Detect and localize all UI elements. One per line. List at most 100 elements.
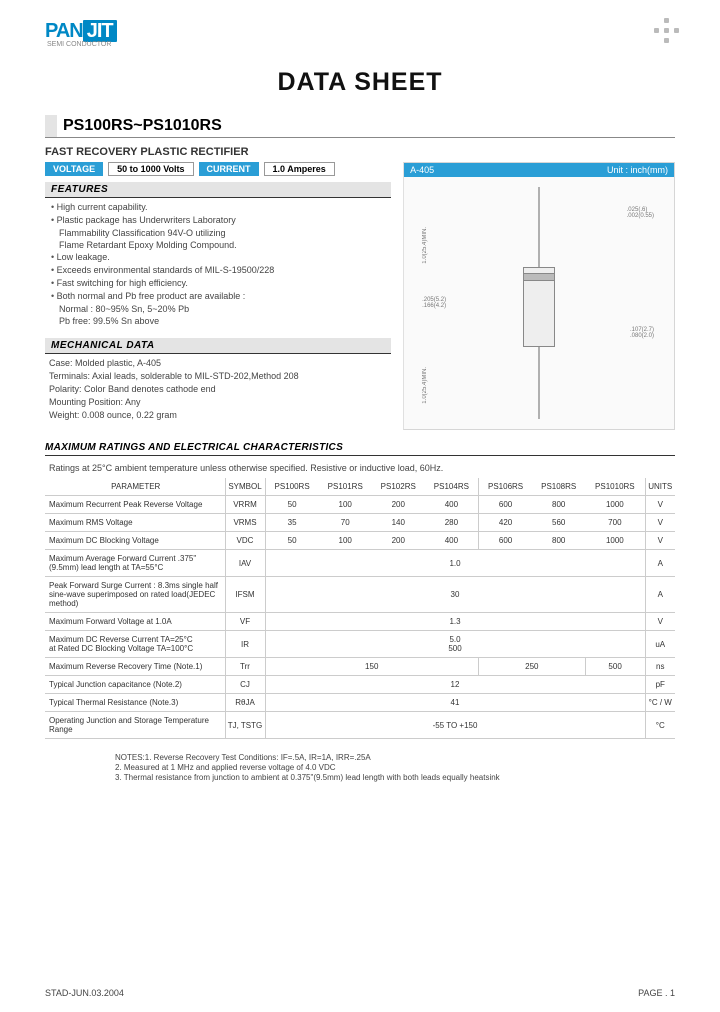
table-row: Maximum RMS VoltageVRMS35701402804205607… <box>45 514 675 532</box>
th-part: PS101RS <box>319 478 372 496</box>
cell-symbol: IR <box>225 631 265 658</box>
feature-item: Both normal and Pb free product are avai… <box>51 291 391 301</box>
th-part: PS100RS <box>265 478 319 496</box>
logo-pan-text: PAN <box>45 20 83 42</box>
cell-unit: uA <box>645 631 675 658</box>
table-row: Peak Forward Surge Current : 8.3ms singl… <box>45 577 675 613</box>
th-units: UNITS <box>645 478 675 496</box>
ratings-table: PARAMETER SYMBOL PS100RS PS101RS PS102RS… <box>45 478 675 739</box>
cell-parameter: Maximum DC Reverse Current TA=25°C at Ra… <box>45 631 225 658</box>
cell-symbol: VRMS <box>225 514 265 532</box>
table-row: Maximum DC Reverse Current TA=25°C at Ra… <box>45 631 675 658</box>
cell-value: 1000 <box>585 532 645 550</box>
cell-parameter: Maximum RMS Voltage <box>45 514 225 532</box>
cell-value: 600 <box>478 532 532 550</box>
current-tag: CURRENT <box>199 162 259 176</box>
note-line: NOTES:1. Reverse Recovery Test Condition… <box>115 753 675 762</box>
cell-value-span: 1.0 <box>265 550 645 577</box>
cell-value: 100 <box>319 496 372 514</box>
notes: NOTES:1. Reverse Recovery Test Condition… <box>45 753 675 782</box>
cell-value: 70 <box>319 514 372 532</box>
feature-item: Plastic package has Underwriters Laborat… <box>51 215 391 225</box>
footer-page: PAGE . 1 <box>638 988 675 998</box>
cell-value: 1000 <box>585 496 645 514</box>
cell-value-span: 12 <box>265 676 645 694</box>
cell-value: 700 <box>585 514 645 532</box>
cell-symbol: VF <box>225 613 265 631</box>
diagram-unit: Unit : inch(mm) <box>607 165 668 175</box>
product-subtitle: FAST RECOVERY PLASTIC RECTIFIER <box>45 146 675 158</box>
th-parameter: PARAMETER <box>45 478 225 496</box>
note-line: 2. Measured at 1 MHz and applied reverse… <box>115 763 675 772</box>
cell-value: 420 <box>478 514 532 532</box>
cell-symbol: CJ <box>225 676 265 694</box>
cell-value-span: 41 <box>265 694 645 712</box>
logo-jit-text: JIT <box>83 20 117 42</box>
cell-parameter: Maximum DC Blocking Voltage <box>45 532 225 550</box>
feature-subline: Normal : 80~95% Sn, 5~20% Pb <box>45 304 391 314</box>
decor-dots <box>650 18 682 46</box>
table-row: Maximum Average Forward Current .375"(9.… <box>45 550 675 577</box>
cell-symbol: TJ, TSTG <box>225 712 265 739</box>
ratings-condition-note: Ratings at 25°C ambient temperature unle… <box>45 460 675 478</box>
table-row: Maximum DC Blocking VoltageVDC5010020040… <box>45 532 675 550</box>
cell-value-span: 1.3 <box>265 613 645 631</box>
dim-label: 1.0(25.4)MIN. <box>422 367 428 404</box>
cell-unit: °C / W <box>645 694 675 712</box>
document-title: DATA SHEET <box>45 68 675 97</box>
cell-symbol: IFSM <box>225 577 265 613</box>
table-row: Maximum Forward Voltage at 1.0AVF1.3V <box>45 613 675 631</box>
cell-unit: V <box>645 496 675 514</box>
feature-subline: Pb free: 99.5% Sn above <box>45 316 391 326</box>
th-part: PS106RS <box>478 478 532 496</box>
cell-symbol: IAV <box>225 550 265 577</box>
cell-value: 280 <box>425 514 479 532</box>
mech-line: Mounting Position: Any <box>45 397 391 407</box>
voltage-tag: VOLTAGE <box>45 162 103 176</box>
cell-unit: V <box>645 613 675 631</box>
dim-label: .025(.6) .002(0.55) <box>627 207 654 219</box>
voltage-value: 50 to 1000 Volts <box>108 162 193 176</box>
cell-value-group: 150 <box>265 658 478 676</box>
cell-parameter: Typical Junction capacitance (Note.2) <box>45 676 225 694</box>
package-diagram: A-405 Unit : inch(mm) .025(.6) .002(0.55… <box>403 162 675 430</box>
cell-parameter: Maximum Reverse Recovery Time (Note.1) <box>45 658 225 676</box>
mech-line: Polarity: Color Band denotes cathode end <box>45 384 391 394</box>
maxratings-heading: MAXIMUM RATINGS AND ELECTRICAL CHARACTER… <box>45 442 675 456</box>
cell-value: 200 <box>372 496 425 514</box>
cell-parameter: Operating Junction and Storage Temperatu… <box>45 712 225 739</box>
cell-value: 800 <box>532 496 585 514</box>
cell-unit: V <box>645 514 675 532</box>
table-row: Maximum Reverse Recovery Time (Note.1)Tr… <box>45 658 675 676</box>
table-row: Typical Thermal Resistance (Note.3)RθJA4… <box>45 694 675 712</box>
cell-value: 800 <box>532 532 585 550</box>
cell-value: 50 <box>265 532 319 550</box>
dim-label: 1.0(25.4)MIN. <box>422 227 428 264</box>
mechanical-heading: MECHANICAL DATA <box>45 338 391 354</box>
cell-value: 35 <box>265 514 319 532</box>
features-list: High current capability. Plastic package… <box>45 202 391 225</box>
footer: STAD-JUN.03.2004 PAGE . 1 <box>45 988 675 998</box>
cell-value: 600 <box>478 496 532 514</box>
cell-symbol: VDC <box>225 532 265 550</box>
current-value: 1.0 Amperes <box>264 162 335 176</box>
brand-logo: PANJIT SEMI CONDUCTOR <box>45 20 675 48</box>
cell-value-span: -55 TO +150 <box>265 712 645 739</box>
diagram-title: A-405 <box>410 165 434 175</box>
note-line: 3. Thermal resistance from junction to a… <box>115 773 675 782</box>
cell-parameter: Maximum Forward Voltage at 1.0A <box>45 613 225 631</box>
cell-unit: A <box>645 577 675 613</box>
feature-item: Exceeds environmental standards of MIL-S… <box>51 265 391 275</box>
table-row: Operating Junction and Storage Temperatu… <box>45 712 675 739</box>
cell-value: 560 <box>532 514 585 532</box>
th-symbol: SYMBOL <box>225 478 265 496</box>
mech-line: Terminals: Axial leads, solderable to MI… <box>45 371 391 381</box>
cell-value-span: 30 <box>265 577 645 613</box>
logo-subtext: SEMI CONDUCTOR <box>47 41 117 48</box>
cell-symbol: Trr <box>225 658 265 676</box>
cell-symbol: RθJA <box>225 694 265 712</box>
cell-value-group: 500 <box>585 658 645 676</box>
cell-value: 50 <box>265 496 319 514</box>
dim-label: .205(5.2) .166(4.2) <box>422 297 446 309</box>
mechanical-data: Case: Molded plastic, A-405 Terminals: A… <box>45 358 391 420</box>
